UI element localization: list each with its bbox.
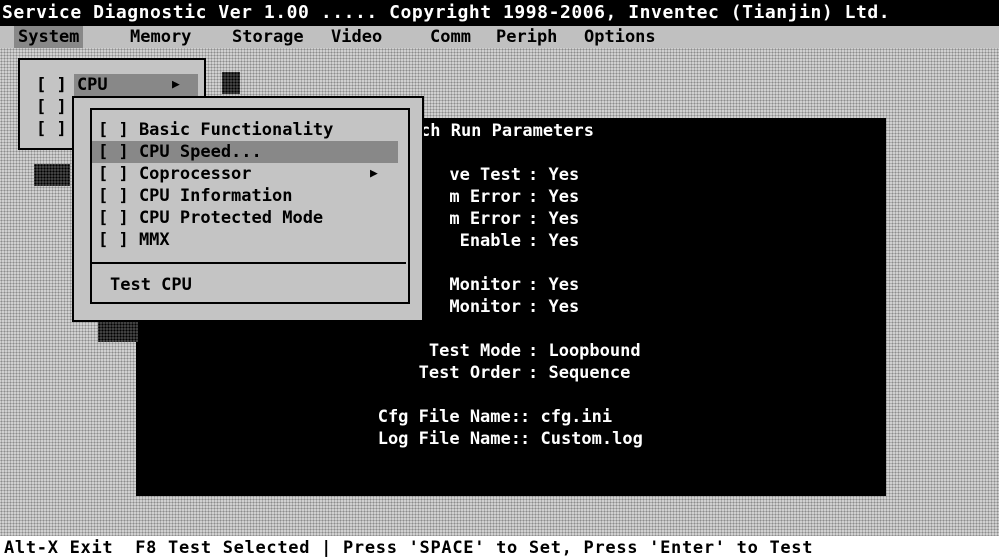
system-item-checkbox[interactable]: [ ] (36, 96, 67, 118)
param-label: m Error (449, 209, 521, 229)
param-label: Log File Name: (377, 429, 521, 449)
system-item-checkbox[interactable]: [ ] (36, 118, 67, 140)
param-value: : Custom.log (520, 429, 643, 449)
params-heading: ch Run Parameters (420, 121, 594, 141)
menu-divider (92, 262, 406, 264)
status-bar: Alt-X Exit F8 Test Selected | Press 'SPA… (0, 537, 999, 559)
menu-comm[interactable]: Comm (426, 26, 475, 48)
param-label: Test Mode (428, 341, 521, 361)
cpu-item-mmx[interactable]: [ ] MMX (98, 229, 170, 251)
title-bar: Service Diagnostic Ver 1.00 ..... Copyri… (0, 0, 999, 26)
menu-memory[interactable]: Memory (126, 26, 195, 48)
param-label: m Error (449, 187, 521, 207)
system-item-cpu-label[interactable]: [ ] CPU (36, 74, 108, 96)
submenu-arrow-icon: ▶ (172, 77, 180, 92)
cpu-item-protected-mode[interactable]: [ ] CPU Protected Mode (98, 207, 323, 229)
param-value: : Yes (528, 209, 580, 229)
param-label: Monitor (449, 297, 521, 317)
menu-periph[interactable]: Periph (492, 26, 561, 48)
window-shadow (98, 320, 138, 342)
param-label: Monitor (449, 275, 521, 295)
param-value: : cfg.ini (520, 407, 613, 427)
menu-shadow (34, 164, 70, 186)
menu-bar: System Memory Storage Video Comm Periph … (0, 26, 999, 48)
param-label: Test Order (418, 363, 521, 383)
menu-options[interactable]: Options (580, 26, 660, 48)
cpu-item-cpu-information[interactable]: [ ] CPU Information (98, 185, 292, 207)
param-label: Enable (459, 231, 521, 251)
cpu-item-basic-functionality[interactable]: [ ] Basic Functionality (98, 119, 333, 141)
cpu-item-cpu-speed[interactable]: [ ] CPU Speed... (98, 141, 262, 163)
menu-system[interactable]: System (14, 26, 84, 48)
menu-storage[interactable]: Storage (228, 26, 308, 48)
param-label: Cfg File Name: (377, 407, 521, 427)
cpu-item-coprocessor[interactable]: [ ] Coprocessor (98, 163, 252, 185)
menu-shadow (222, 72, 240, 94)
param-value: : Yes (528, 275, 580, 295)
param-value: : Sequence (528, 363, 631, 383)
param-value: : Yes (528, 165, 580, 185)
param-value: : Yes (528, 231, 580, 251)
menu-video[interactable]: Video (327, 26, 386, 48)
param-value: : Loopbound (528, 341, 641, 361)
param-label: ve Test (449, 165, 521, 185)
test-cpu-button[interactable]: Test CPU (110, 274, 192, 296)
submenu-arrow-icon: ▶ (370, 166, 378, 181)
param-value: : Yes (528, 187, 580, 207)
param-value: : Yes (528, 297, 580, 317)
